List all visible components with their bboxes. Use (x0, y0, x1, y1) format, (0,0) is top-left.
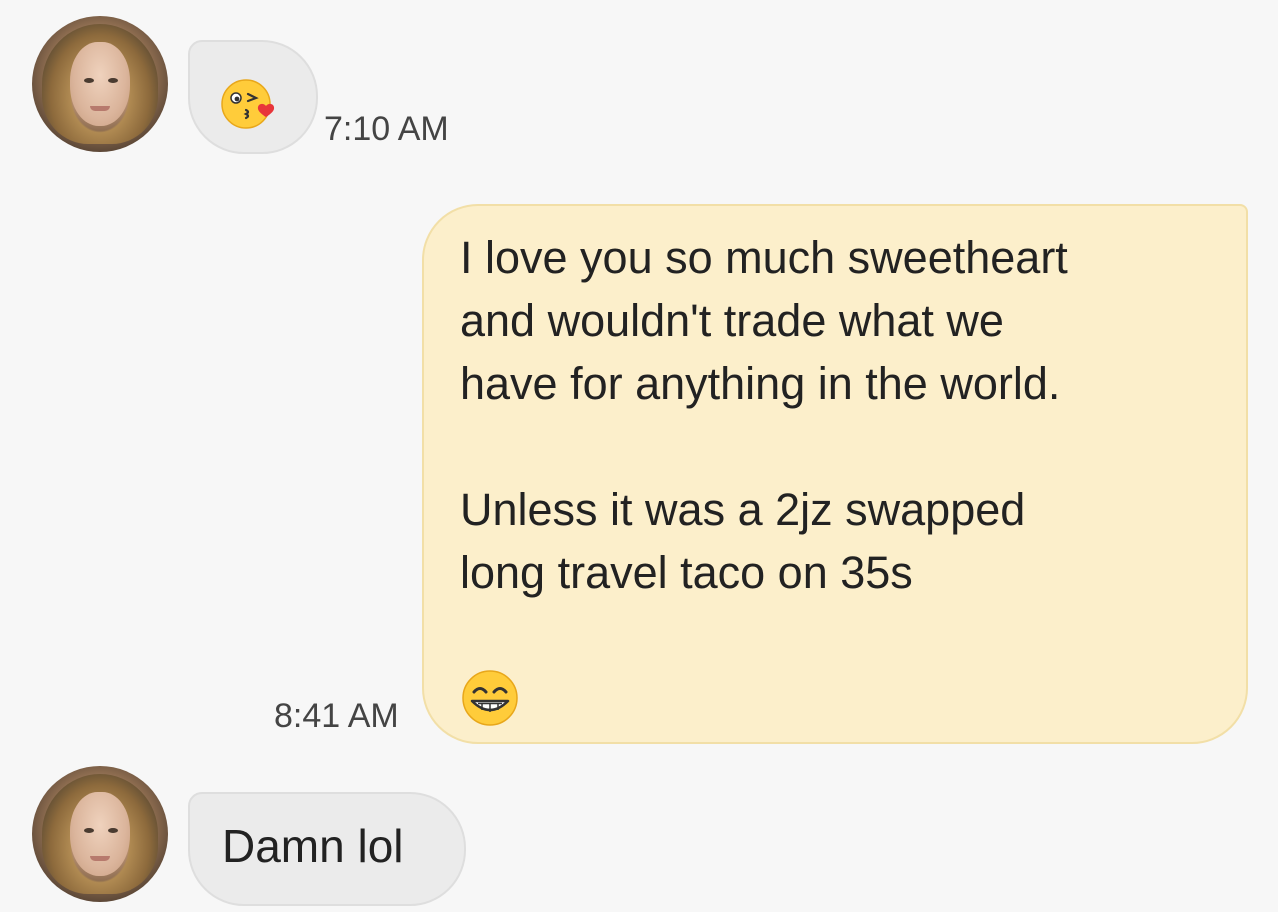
conversation-thread[interactable]: 7:10 AM 8:41 AM I love you so much sweet… (0, 0, 1278, 912)
contact-avatar[interactable] (32, 16, 168, 152)
message-timestamp: 7:10 AM (324, 110, 449, 148)
incoming-message-bubble[interactable] (188, 40, 318, 154)
kissing-heart-emoji (221, 79, 275, 129)
outgoing-message-bubble[interactable]: I love you so much sweetheart and wouldn… (422, 204, 1248, 744)
outgoing-message-text: I love you so much sweetheart and wouldn… (460, 232, 1068, 598)
contact-avatar[interactable] (32, 766, 168, 902)
grinning-emoji (462, 670, 518, 726)
message-timestamp: 8:41 AM (274, 697, 399, 735)
incoming-message-bubble[interactable]: Damn lol (188, 792, 466, 906)
incoming-message-text: Damn lol (222, 820, 404, 872)
